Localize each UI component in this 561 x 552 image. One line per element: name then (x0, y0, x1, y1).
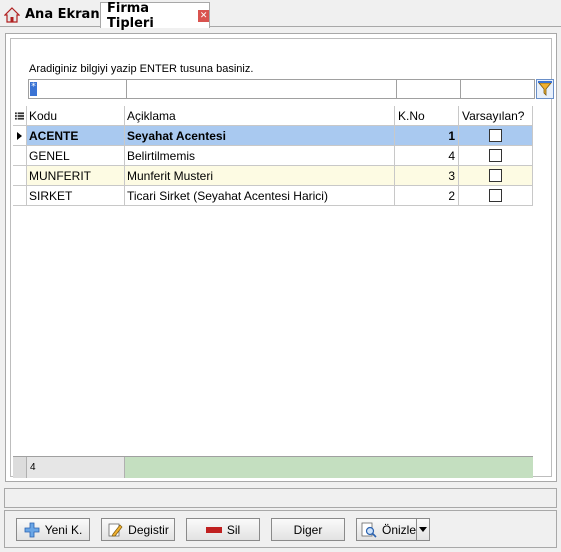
row-indicator (13, 166, 27, 186)
cell-kno[interactable]: 4 (395, 146, 459, 166)
delete-button[interactable]: Sil (186, 518, 260, 541)
close-icon[interactable]: ✕ (198, 9, 209, 22)
content-frame: Aradiginiz bilgiyi yazip ENTER tusuna ba… (10, 38, 554, 478)
edit-label: Degistir (128, 522, 169, 537)
cell-varsayilan[interactable] (459, 146, 533, 166)
filter-icon (538, 81, 552, 96)
other-button[interactable]: Diger (271, 518, 345, 541)
tab-firma-tipleri[interactable]: Firma Tipleri ✕ (100, 0, 210, 31)
filter-row: * (28, 79, 535, 99)
grid-footer: 4 (13, 456, 533, 478)
magnifier-icon (361, 522, 377, 538)
cell-kodu[interactable]: SIRKET (27, 186, 125, 206)
table-row[interactable]: MUNFERIT Munferit Musteri 3 (13, 166, 533, 186)
grid-header: Kodu Açiklama K.No Varsayılan? (13, 106, 533, 126)
minus-icon (205, 526, 222, 533)
tab-label: Ana Ekran (25, 7, 100, 22)
new-record-label: Yeni K. (44, 522, 83, 537)
tab-label: Firma Tipleri (107, 0, 154, 31)
delete-label: Sil (226, 522, 241, 537)
row-indicator (13, 186, 27, 206)
search-hint: Aradiginiz bilgiyi yazip ENTER tusuna ba… (29, 63, 254, 75)
cell-aciklama[interactable]: Seyahat Acentesi (125, 126, 395, 146)
cell-varsayilan[interactable] (459, 166, 533, 186)
chevron-down-icon (419, 527, 427, 532)
home-icon (4, 6, 20, 23)
varsayilan-checkbox[interactable] (489, 189, 502, 202)
filter-kno-input[interactable] (396, 79, 461, 99)
record-count: 4 (27, 457, 125, 478)
varsayilan-checkbox[interactable] (489, 129, 502, 142)
new-record-button[interactable]: Yeni K. (16, 518, 90, 541)
plus-icon (24, 522, 40, 538)
varsayilan-checkbox[interactable] (489, 149, 502, 162)
cell-kodu[interactable]: GENEL (27, 146, 125, 166)
cell-kno[interactable]: 2 (395, 186, 459, 206)
edit-button[interactable]: Degistir (101, 518, 175, 541)
column-header-varsayilan[interactable]: Varsayılan? (459, 106, 533, 126)
cell-aciklama[interactable]: Munferit Musteri (125, 166, 395, 186)
tab-ana-ekran[interactable]: Ana Ekran (4, 2, 100, 27)
main-panel: Aradiginiz bilgiyi yazip ENTER tusuna ba… (5, 33, 557, 482)
column-header-kodu[interactable]: Kodu (27, 106, 125, 126)
asterisk-icon: * (30, 82, 37, 96)
row-indicator (13, 126, 27, 146)
preview-label: Önizle (382, 522, 417, 537)
table-row[interactable]: SIRKET Ticari Sirket (Seyahat Acentesi H… (13, 186, 533, 206)
varsayilan-checkbox[interactable] (489, 169, 502, 182)
button-bar: Yeni K. Degistir Sil Diger Önizle (4, 510, 557, 548)
column-header-kno[interactable]: K.No (395, 106, 459, 126)
row-indicator (13, 146, 27, 166)
column-header-aciklama[interactable]: Açiklama (125, 106, 395, 126)
cell-kodu[interactable]: ACENTE (27, 126, 125, 146)
filter-varsayilan-input[interactable] (460, 79, 535, 99)
cell-aciklama[interactable]: Belirtilmemis (125, 146, 395, 166)
data-grid: Kodu Açiklama K.No Varsayılan? ACENTE Se… (13, 106, 533, 206)
column-chooser-icon[interactable] (13, 106, 27, 126)
cell-kno[interactable]: 1 (395, 126, 459, 146)
footer-indicator (13, 457, 27, 478)
status-bar (4, 488, 557, 508)
preview-dropdown[interactable] (416, 519, 429, 540)
preview-button[interactable]: Önizle (356, 518, 430, 541)
cell-kodu[interactable]: MUNFERIT (27, 166, 125, 186)
cell-aciklama[interactable]: Ticari Sirket (Seyahat Acentesi Harici) (125, 186, 395, 206)
cell-varsayilan[interactable] (459, 186, 533, 206)
filter-kodu-input[interactable]: * (28, 79, 127, 99)
edit-pencil-icon (107, 522, 123, 538)
current-row-arrow-icon (17, 131, 22, 140)
cell-varsayilan[interactable] (459, 126, 533, 146)
cell-kno[interactable]: 3 (395, 166, 459, 186)
other-label: Diger (293, 522, 323, 537)
filter-aciklama-input[interactable] (126, 79, 397, 99)
table-row[interactable]: ACENTE Seyahat Acentesi 1 (13, 126, 533, 146)
filter-clear-button[interactable] (536, 79, 554, 99)
table-row[interactable]: GENEL Belirtilmemis 4 (13, 146, 533, 166)
tab-strip: Ana Ekran Firma Tipleri ✕ (0, 0, 561, 31)
